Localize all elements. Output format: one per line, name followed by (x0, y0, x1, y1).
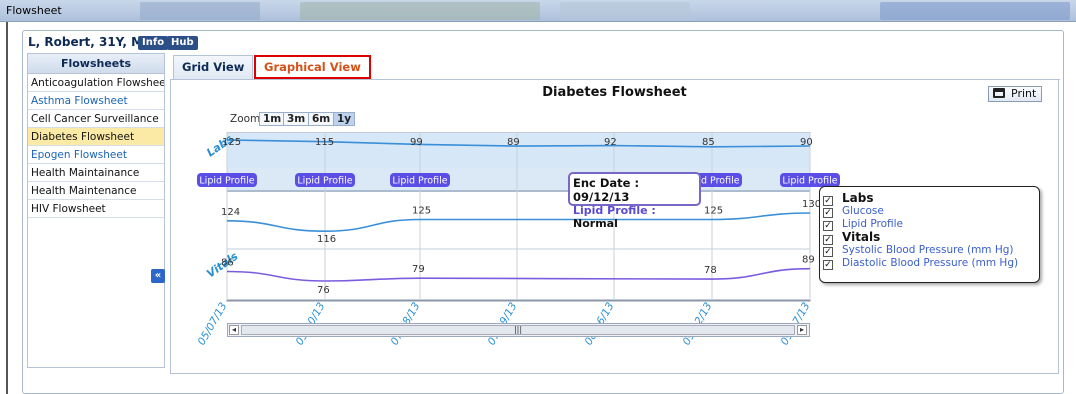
patient-name: L, Robert, 31Y, M (28, 35, 144, 49)
systolic-value-label: 116 (317, 234, 336, 245)
lipid-profile-event-label: Lipid Profile (199, 176, 254, 187)
glucose-value-label: 90 (800, 137, 813, 148)
encounter-tooltip: Enc Date : 09/12/13 Lipid Profile : Norm… (568, 172, 701, 230)
sidebar-item-anticoagulation-flowsheet[interactable]: Anticoagulation Flowsheet (28, 74, 164, 92)
glucose-value-label: 89 (507, 137, 520, 148)
legend-item-label: Glucose (842, 205, 884, 217)
sidebar-header: Flowsheets (28, 54, 164, 74)
diastolic-value-label: 79 (412, 264, 425, 275)
scroll-right-button[interactable]: ▸ (797, 325, 807, 335)
checkbox-checked-icon[interactable]: ✓ (823, 221, 833, 231)
tooltip-sep: : (647, 204, 656, 217)
diastolic-value-label: 78 (704, 265, 717, 276)
flowsheet-sidebar: Flowsheets Anticoagulation Flowsheet Asth… (27, 53, 165, 368)
sidebar-item-asthma-flowsheet[interactable]: Asthma Flowsheet (28, 92, 164, 110)
glucose-value-label: 99 (410, 137, 423, 148)
titlebar-decoration (880, 2, 1070, 20)
sidebar-item-health-maintenance[interactable]: Health Maintenance (28, 182, 164, 200)
checkbox-checked-icon[interactable]: ✓ (823, 260, 833, 270)
sidebar-item-health-maintainance[interactable]: Health Maintainance (28, 164, 164, 182)
glucose-value-label: 125 (222, 137, 241, 148)
legend-item-label: Diastolic Blood Pressure (mm Hg) (842, 257, 1019, 269)
hub-button[interactable]: Hub (167, 36, 198, 50)
lipid-profile-event-label: Lipid Profile (392, 176, 447, 187)
legend-group-label: Vitals (842, 230, 881, 244)
info-button[interactable]: Info (138, 36, 169, 50)
legend-group-vitals[interactable]: ✓ Vitals (823, 230, 881, 245)
diastolic-value-label: 89 (802, 255, 815, 266)
sidebar-item-hiv-flowsheet[interactable]: HIV Flowsheet (28, 200, 164, 218)
legend-item-label: Lipid Profile (842, 218, 904, 230)
legend-item[interactable]: ✓ Glucose (823, 205, 884, 218)
tooltip-date: Enc Date : 09/12/13 (573, 176, 640, 204)
tooltip-detail: Lipid Profile : Normal (573, 204, 699, 230)
window-title: Flowsheet (6, 4, 62, 17)
sidebar-item-diabetes-flowsheet[interactable]: Diabetes Flowsheet (28, 128, 164, 146)
glucose-value-label: 85 (702, 137, 715, 148)
legend-item-label: Systolic Blood Pressure (mm Hg) (842, 244, 1014, 256)
systolic-value-label: 125 (412, 206, 431, 217)
systolic-value-label: 124 (221, 207, 240, 218)
lipid-profile-event-label: Lipid Profile (297, 176, 352, 187)
systolic-value-label: 125 (704, 206, 723, 217)
scroll-thumb[interactable]: ||| (241, 325, 795, 335)
x-axis-date-label: 05/07/13 (196, 301, 230, 348)
tooltip-value: Normal (573, 217, 618, 230)
legend-item[interactable]: ✓ Systolic Blood Pressure (mm Hg) (823, 244, 1014, 257)
legend-group-label: Labs (842, 191, 874, 205)
diastolic-value-label: 86 (221, 258, 234, 269)
tooltip-key: Lipid Profile (573, 204, 648, 217)
titlebar-decoration (140, 2, 260, 20)
lipid-profile-event-label: Lipid Profile (782, 176, 837, 187)
scroll-left-button[interactable]: ◂ (229, 325, 239, 335)
sidebar-item-epogen-flowsheet[interactable]: Epogen Flowsheet (28, 146, 164, 164)
titlebar-decoration (560, 2, 690, 20)
checkbox-checked-icon[interactable]: ✓ (823, 247, 833, 257)
glucose-value-label: 92 (604, 137, 617, 148)
legend-group-labs[interactable]: ✓ Labs (823, 191, 874, 206)
window-titlebar: Flowsheet (0, 0, 1076, 22)
legend-item[interactable]: ✓ Lipid Profile (823, 218, 904, 231)
tabs-area: Grid View Graphical View Diabetes Flowsh… (170, 53, 1060, 375)
titlebar-decoration (300, 2, 540, 20)
diastolic-value-label: 76 (317, 285, 330, 296)
chart-scrollbar[interactable]: ◂ ||| ▸ (227, 323, 810, 337)
chart-legend: ✓ Labs ✓ Glucose ✓ Lipid Profile ✓ Vitals ✓ Systo… (819, 186, 1040, 283)
glucose-value-label: 115 (315, 137, 334, 148)
sidebar-item-cell-cancer-surveillance[interactable]: Cell Cancer Surveillance (28, 110, 164, 128)
double-chevron-left-icon[interactable]: « (151, 269, 165, 283)
legend-item[interactable]: ✓ Diastolic Blood Pressure (mm Hg) (823, 257, 1019, 270)
checkbox-checked-icon[interactable]: ✓ (823, 208, 833, 218)
